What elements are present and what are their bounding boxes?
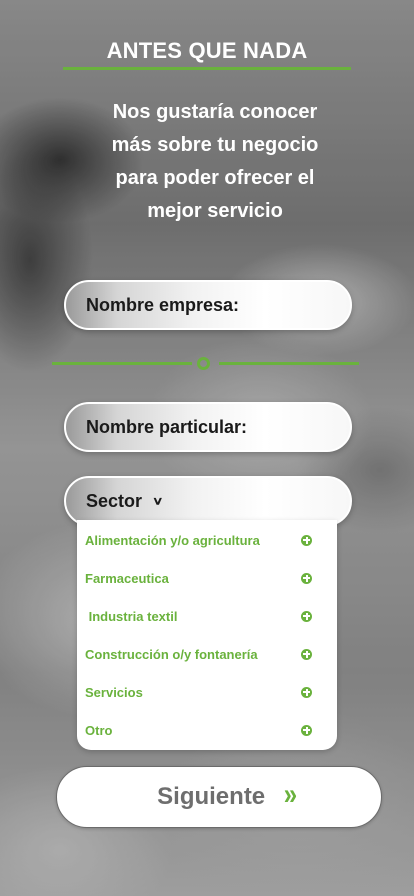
sector-option-label: Otro xyxy=(85,722,113,738)
plus-circle-icon[interactable] xyxy=(301,686,312,698)
sector-options-menu: Alimentación y/o agricultura Farmaceutic… xyxy=(77,520,337,750)
intro-text: Nos gustaría conocer más sobre tu negoci… xyxy=(111,101,319,222)
individual-name-label: Nombre particular: xyxy=(86,416,248,437)
next-button[interactable]: Siguiente » xyxy=(56,766,382,828)
company-name-label: Nombre empresa: xyxy=(86,294,240,315)
chevron-down-icon[interactable]: ∨ xyxy=(152,494,164,508)
sector-option-services[interactable]: Servicios xyxy=(77,677,337,707)
divider-line-left xyxy=(52,362,192,365)
sector-option-food[interactable]: Alimentación y/o agricultura xyxy=(77,525,337,555)
plus-circle-icon[interactable] xyxy=(301,534,312,546)
sector-option-other[interactable]: Otro xyxy=(77,715,337,745)
plus-circle-icon[interactable] xyxy=(301,724,312,736)
individual-name-field[interactable]: Nombre particular: xyxy=(64,402,352,452)
sector-option-construction[interactable]: Construcción o/y fontanería xyxy=(77,639,337,669)
sector-option-textile[interactable]: Industria textil xyxy=(77,601,337,631)
page-title: ANTES QUE NADA xyxy=(106,38,308,63)
plus-circle-icon[interactable] xyxy=(301,572,312,584)
sector-option-label: Industria textil xyxy=(85,608,178,624)
sector-option-label: Farmaceutica xyxy=(85,570,169,586)
divider-line-right xyxy=(219,362,359,365)
plus-circle-icon[interactable] xyxy=(301,648,312,660)
sector-option-label: Construcción o/y fontanería xyxy=(85,646,258,662)
sector-label: Sector xyxy=(86,490,143,511)
company-name-field[interactable]: Nombre empresa: xyxy=(64,280,352,330)
double-chevron-right-icon: » xyxy=(283,778,297,811)
sector-option-pharma[interactable]: Farmaceutica xyxy=(77,563,337,593)
sector-option-label: Alimentación y/o agricultura xyxy=(85,532,260,548)
plus-circle-icon[interactable] xyxy=(301,610,312,622)
ring-icon xyxy=(197,357,210,370)
sector-dropdown[interactable]: Sector ∨ xyxy=(64,476,352,526)
title-underline xyxy=(63,67,351,70)
next-button-label: Siguiente xyxy=(157,783,266,810)
sector-option-label: Servicios xyxy=(85,684,143,700)
